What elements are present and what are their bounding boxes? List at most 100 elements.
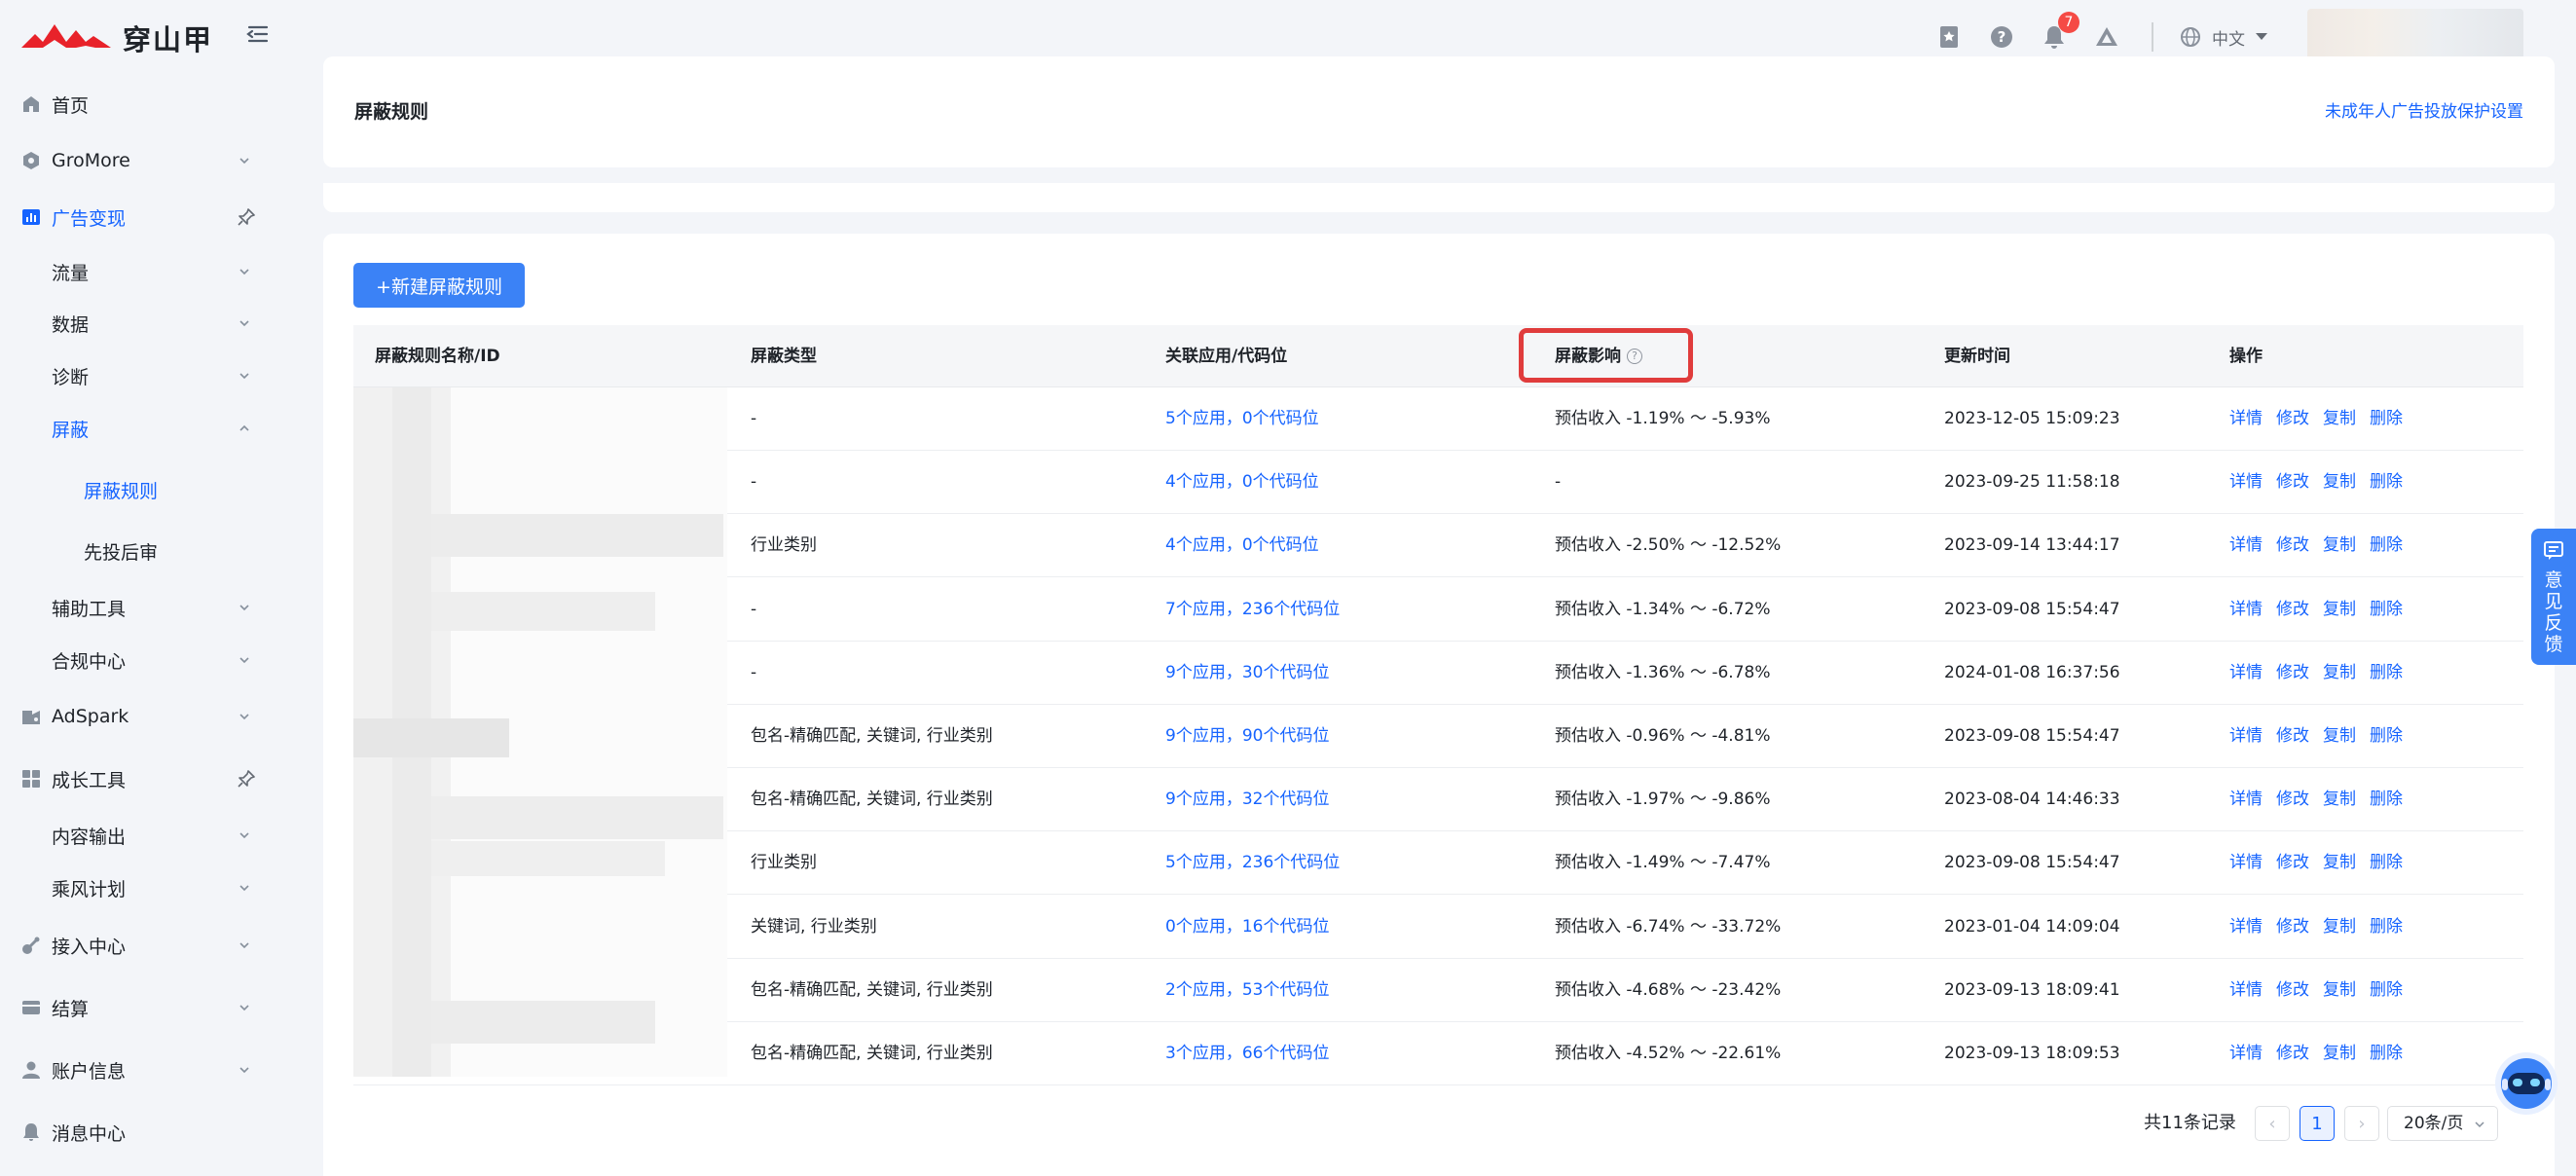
detail-link[interactable]: 详情 xyxy=(2229,472,2263,492)
sidebar-item-home[interactable]: 首页 xyxy=(0,79,276,129)
copy-link[interactable]: 复制 xyxy=(2323,980,2356,1000)
sidebar-item-growth-tools[interactable]: 成长工具 xyxy=(0,753,276,804)
assistant-bot-icon[interactable] xyxy=(2494,1051,2558,1116)
edit-link[interactable]: 修改 xyxy=(2276,600,2309,619)
sidebar-item-compliance[interactable]: 合规中心 xyxy=(0,635,276,685)
associated-apps-link[interactable]: 5个应用，236个代码位 xyxy=(1165,831,1340,895)
chevron-down-icon xyxy=(239,373,249,380)
edit-link[interactable]: 修改 xyxy=(2276,790,2309,809)
associated-apps-link[interactable]: 4个应用，0个代码位 xyxy=(1165,514,1319,577)
copy-link[interactable]: 复制 xyxy=(2323,790,2356,809)
delete-link[interactable]: 删除 xyxy=(2370,726,2403,746)
detail-link[interactable]: 详情 xyxy=(2229,726,2263,746)
sidebar-item-content-output[interactable]: 内容输出 xyxy=(0,810,276,861)
associated-apps-link[interactable]: 9个应用，90个代码位 xyxy=(1165,705,1329,768)
detail-link[interactable]: 详情 xyxy=(2229,917,2263,937)
prev-page-button[interactable]: ‹ xyxy=(2255,1106,2290,1141)
edit-link[interactable]: 修改 xyxy=(2276,917,2309,937)
language-switcher[interactable]: 中文 xyxy=(2179,25,2268,50)
ai-icon[interactable] xyxy=(2093,23,2120,51)
associated-apps-link[interactable]: 4个应用，0个代码位 xyxy=(1165,451,1319,514)
edit-link[interactable]: 修改 xyxy=(2276,472,2309,492)
bookmark-icon[interactable] xyxy=(1935,23,1963,51)
associated-apps-link[interactable]: 3个应用，66个代码位 xyxy=(1165,1022,1329,1085)
delete-link[interactable]: 删除 xyxy=(2370,790,2403,809)
copy-link[interactable]: 复制 xyxy=(2323,853,2356,872)
pin-icon[interactable] xyxy=(236,768,257,790)
sidebar-item-access-center[interactable]: 接入中心 xyxy=(0,920,276,971)
updated-time-cell: 2023-08-04 14:46:33 xyxy=(1944,790,2120,810)
associated-apps-link[interactable]: 7个应用，236个代码位 xyxy=(1165,578,1340,642)
delete-link[interactable]: 删除 xyxy=(2370,472,2403,492)
updated-time-cell: 2023-12-05 15:09:23 xyxy=(1944,409,2120,428)
sidebar-item-ad-monetization[interactable]: 广告变现 xyxy=(0,192,276,242)
sidebar-item-message-center[interactable]: 消息中心 xyxy=(0,1107,276,1158)
associated-apps-link[interactable]: 9个应用，30个代码位 xyxy=(1165,642,1329,705)
block-type-cell: 包名-精确匹配, 关键词, 行业类别 xyxy=(751,1044,993,1063)
delete-link[interactable]: 删除 xyxy=(2370,853,2403,872)
page-size-select[interactable]: 20条/页 xyxy=(2387,1106,2498,1141)
copy-link[interactable]: 复制 xyxy=(2323,1044,2356,1063)
edit-link[interactable]: 修改 xyxy=(2276,1044,2309,1063)
delete-link[interactable]: 删除 xyxy=(2370,600,2403,619)
copy-link[interactable]: 复制 xyxy=(2323,600,2356,619)
copy-link[interactable]: 复制 xyxy=(2323,917,2356,937)
detail-link[interactable]: 详情 xyxy=(2229,980,2263,1000)
sidebar-item-block[interactable]: 屏蔽 xyxy=(0,403,276,454)
sidebar-item-adspark[interactable]: AdSpark xyxy=(0,691,276,742)
edit-link[interactable]: 修改 xyxy=(2276,980,2309,1000)
detail-link[interactable]: 详情 xyxy=(2229,535,2263,555)
copy-link[interactable]: 复制 xyxy=(2323,472,2356,492)
copy-link[interactable]: 复制 xyxy=(2323,663,2356,682)
associated-apps-link[interactable]: 0个应用，16个代码位 xyxy=(1165,896,1329,959)
sidebar-item-block-rules[interactable]: 屏蔽规则 xyxy=(0,464,276,515)
sidebar-item-gromore[interactable]: GroMore xyxy=(0,135,276,186)
associated-apps-link[interactable]: 9个应用，32个代码位 xyxy=(1165,768,1329,831)
collapse-menu-icon[interactable] xyxy=(243,19,273,49)
chart-icon xyxy=(22,209,40,225)
edit-link[interactable]: 修改 xyxy=(2276,726,2309,746)
highlight-annotation xyxy=(1519,328,1693,383)
sidebar-item-settlement[interactable]: 结算 xyxy=(0,982,276,1033)
sidebar-item-data[interactable]: 数据 xyxy=(0,298,276,349)
sidebar-item-ride-plan[interactable]: 乘风计划 xyxy=(0,863,276,913)
logo[interactable]: 穿山甲 xyxy=(21,18,213,58)
delete-link[interactable]: 删除 xyxy=(2370,917,2403,937)
notification-bell-icon[interactable]: 7 xyxy=(2041,12,2079,51)
detail-link[interactable]: 详情 xyxy=(2229,853,2263,872)
page-1-button[interactable]: 1 xyxy=(2300,1106,2335,1141)
next-page-button[interactable]: › xyxy=(2344,1106,2379,1141)
sidebar-item-aux-tools[interactable]: 辅助工具 xyxy=(0,582,276,633)
chevron-down-icon xyxy=(239,657,249,664)
sidebar-item-traffic[interactable]: 流量 xyxy=(0,246,276,297)
edit-link[interactable]: 修改 xyxy=(2276,663,2309,682)
delete-link[interactable]: 删除 xyxy=(2370,409,2403,428)
plug-icon xyxy=(22,937,40,954)
detail-link[interactable]: 详情 xyxy=(2229,1044,2263,1063)
feedback-tab[interactable]: 意见反馈 xyxy=(2531,529,2576,665)
associated-apps-link[interactable]: 5个应用，0个代码位 xyxy=(1165,387,1319,451)
delete-link[interactable]: 删除 xyxy=(2370,535,2403,555)
delete-link[interactable]: 删除 xyxy=(2370,1044,2403,1063)
minor-protection-settings-link[interactable]: 未成年人广告投放保护设置 xyxy=(2325,56,2523,167)
detail-link[interactable]: 详情 xyxy=(2229,600,2263,619)
delete-link[interactable]: 删除 xyxy=(2370,663,2403,682)
sidebar-item-diagnosis[interactable]: 诊断 xyxy=(0,350,276,401)
sidebar-item-account-info[interactable]: 账户信息 xyxy=(0,1045,276,1095)
detail-link[interactable]: 详情 xyxy=(2229,663,2263,682)
edit-link[interactable]: 修改 xyxy=(2276,409,2309,428)
adspark-icon xyxy=(22,711,40,724)
detail-link[interactable]: 详情 xyxy=(2229,790,2263,809)
associated-apps-link[interactable]: 2个应用，53个代码位 xyxy=(1165,959,1329,1022)
copy-link[interactable]: 复制 xyxy=(2323,535,2356,555)
edit-link[interactable]: 修改 xyxy=(2276,535,2309,555)
pin-icon[interactable] xyxy=(236,206,257,228)
copy-link[interactable]: 复制 xyxy=(2323,409,2356,428)
edit-link[interactable]: 修改 xyxy=(2276,853,2309,872)
new-block-rule-button[interactable]: +新建屏蔽规则 xyxy=(353,263,525,308)
help-icon[interactable]: ? xyxy=(1988,23,2015,51)
sidebar-item-pre-review[interactable]: 先投后审 xyxy=(0,526,276,576)
copy-link[interactable]: 复制 xyxy=(2323,726,2356,746)
detail-link[interactable]: 详情 xyxy=(2229,409,2263,428)
delete-link[interactable]: 删除 xyxy=(2370,980,2403,1000)
